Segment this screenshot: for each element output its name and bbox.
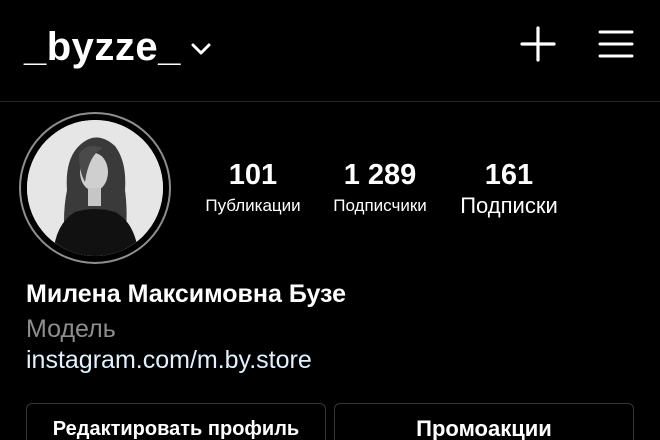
avatar-ring[interactable] xyxy=(19,112,171,264)
avatar xyxy=(27,120,163,256)
followers-label: Подписчики xyxy=(333,196,427,215)
top-bar: _byzze_ xyxy=(0,0,660,102)
following-label: Подписки xyxy=(460,193,558,218)
edit-profile-button[interactable]: Редактировать профиль xyxy=(26,403,326,440)
profile-screen: _byzze_ 101 Публикации 1 289 Подписчики … xyxy=(0,0,660,440)
stat-posts[interactable]: 101 Публикации xyxy=(192,156,314,218)
posts-count: 101 xyxy=(228,159,278,191)
header-divider xyxy=(0,101,660,102)
profile-category: Модель xyxy=(26,315,116,343)
profile-full-name: Милена Максимовна Бузе xyxy=(26,280,347,308)
create-button[interactable] xyxy=(518,24,558,64)
profile-photo xyxy=(27,120,163,256)
stat-following[interactable]: 161 Подписки xyxy=(450,156,568,218)
menu-button[interactable] xyxy=(596,24,636,64)
chevron-down-icon xyxy=(191,43,211,55)
profile-website-link[interactable]: instagram.com/m.by.store xyxy=(26,346,312,375)
following-count: 161 xyxy=(484,159,534,191)
posts-label: Публикации xyxy=(205,196,301,215)
hamburger-menu-icon xyxy=(598,30,634,58)
account-switcher[interactable]: _byzze_ xyxy=(24,22,211,72)
username: _byzze_ xyxy=(24,25,181,69)
promotions-button[interactable]: Промоакции xyxy=(334,403,634,440)
plus-icon xyxy=(520,26,556,62)
stat-followers[interactable]: 1 289 Подписчики xyxy=(320,156,440,218)
followers-count: 1 289 xyxy=(343,159,417,191)
